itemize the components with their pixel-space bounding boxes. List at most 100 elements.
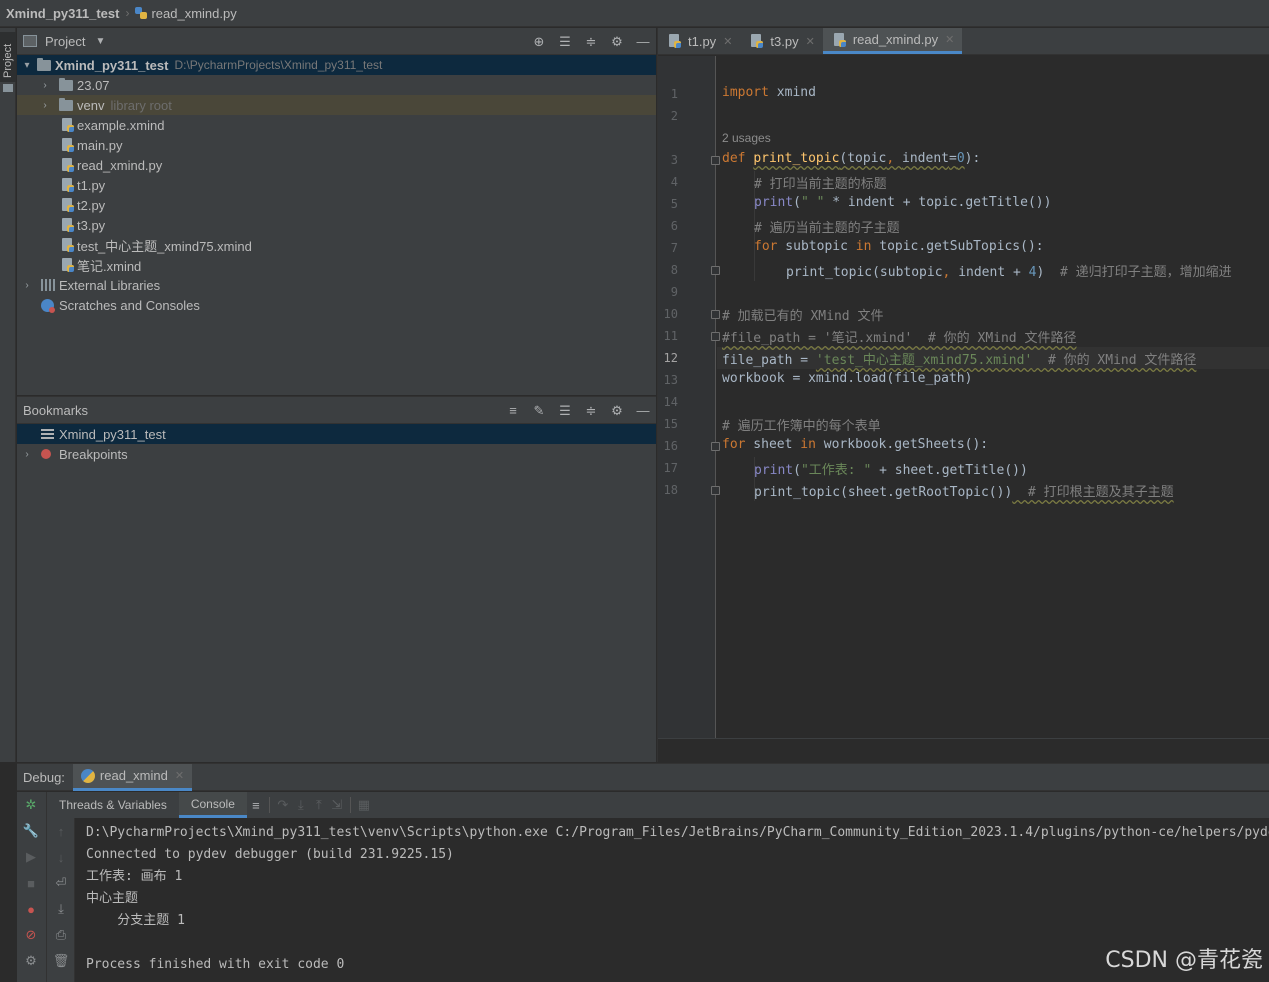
tree-file-row[interactable]: t3.py bbox=[17, 215, 656, 235]
tab-t3-py[interactable]: t3.py ✕ bbox=[740, 28, 822, 54]
scroll-to-end-icon[interactable]: ⤓ bbox=[47, 896, 75, 922]
project-tool-tab[interactable]: Project bbox=[0, 32, 16, 82]
rerun-debug-icon[interactable]: ✲ bbox=[17, 792, 45, 818]
trash-icon[interactable]: 🗑 bbox=[47, 948, 75, 974]
mute-breakpoints-icon[interactable]: ⊘ bbox=[17, 922, 45, 948]
step-over-icon[interactable]: ↷ bbox=[274, 796, 292, 814]
line-number: 9 bbox=[670, 285, 678, 299]
editor-tabs: t1.py ✕ t3.py ✕ read_xmind.py ✕ bbox=[658, 28, 1269, 55]
expand-all-icon[interactable]: ☰ bbox=[556, 33, 574, 51]
usages-hint[interactable]: 2 usages bbox=[722, 131, 771, 145]
code-line-1: import xmind bbox=[722, 85, 816, 100]
tree-file-row[interactable]: 笔记.xmind bbox=[17, 255, 656, 275]
fold-marker-icon[interactable] bbox=[711, 310, 720, 319]
code-area[interactable]: 1 2 3 4 5 6 7 8 9 10 11 12 13 14 15 16 1… bbox=[658, 56, 1269, 738]
bookmark-list-row[interactable]: Xmind_py311_test bbox=[17, 424, 656, 444]
folder-icon bbox=[59, 97, 73, 111]
expand-all-icon[interactable]: ☰ bbox=[556, 402, 574, 420]
code-line-8: print_topic(subtopic, indent + 4) # 递归打印… bbox=[786, 265, 1232, 280]
chevron-down-icon[interactable]: ▼ bbox=[95, 36, 105, 47]
tree-scratches-row[interactable]: Scratches and Consoles bbox=[17, 295, 656, 315]
python-file-icon bbox=[61, 198, 74, 212]
chevron-right-icon[interactable]: › bbox=[21, 449, 33, 460]
gear-icon[interactable]: ⚙ bbox=[608, 33, 626, 51]
close-icon[interactable]: ✕ bbox=[945, 33, 954, 46]
tree-file-row[interactable]: test_中心主题_xmind75.xmind bbox=[17, 235, 656, 255]
library-icon bbox=[41, 279, 55, 291]
tab-read-xmind-py[interactable]: read_xmind.py ✕ bbox=[822, 28, 963, 54]
breakpoints-row[interactable]: › Breakpoints bbox=[17, 444, 656, 464]
library-root-hint: library root bbox=[110, 97, 172, 113]
tab-console[interactable]: Console bbox=[178, 792, 247, 818]
tree-file-row[interactable]: example.xmind bbox=[17, 115, 656, 135]
python-file-icon bbox=[135, 7, 148, 19]
tree-folder-row[interactable]: › 23.07 bbox=[17, 75, 656, 95]
debug-tool-window: Debug: read_xmind ✕ ✲ 🔧 ▶ ■ ● ⊘ ⚙ Thread… bbox=[17, 763, 1269, 982]
folder-icon bbox=[3, 84, 13, 92]
project-view-title[interactable]: Project bbox=[45, 34, 85, 49]
tab-t1-py[interactable]: t1.py ✕ bbox=[658, 28, 740, 54]
code-line-15: # 遍历工作簿中的每个表单 bbox=[722, 419, 881, 434]
stop-icon[interactable]: ■ bbox=[17, 870, 45, 896]
project-view-icon bbox=[23, 35, 37, 47]
tree-file-row[interactable]: t1.py bbox=[17, 175, 656, 195]
tree-root-row[interactable]: ▾ Xmind_py311_test D:\PycharmProjects\Xm… bbox=[17, 55, 656, 75]
run-to-cursor-icon[interactable]: ⇲ bbox=[328, 796, 346, 814]
print-icon[interactable]: ⎙ bbox=[47, 922, 75, 948]
breadcrumb-project[interactable]: Xmind_py311_test bbox=[6, 6, 119, 21]
bookmarks-panel: Bookmarks ≡ ✎ ☰ ≑ ⚙ — Xmind_py311_test ›… bbox=[17, 396, 656, 762]
wrench-icon[interactable]: 🔧 bbox=[17, 818, 45, 844]
tab-threads-variables[interactable]: Threads & Variables bbox=[47, 792, 179, 818]
external-libraries-label: External Libraries bbox=[59, 277, 161, 293]
tree-file-row[interactable]: read_xmind.py bbox=[17, 155, 656, 175]
xmind-file-icon bbox=[61, 238, 74, 252]
fold-marker-icon[interactable] bbox=[711, 156, 720, 165]
step-out-icon[interactable]: ⤒ bbox=[310, 796, 328, 814]
tree-file-row[interactable]: main.py bbox=[17, 135, 656, 155]
close-icon[interactable]: ✕ bbox=[175, 769, 184, 782]
console-tools: ↑ ↓ ⏎ ⤓ ⎙ 🗑 bbox=[47, 818, 75, 982]
settings-icon[interactable]: ⚙ bbox=[17, 948, 45, 974]
chevron-down-icon[interactable]: ▾ bbox=[21, 60, 33, 71]
chevron-right-icon[interactable]: › bbox=[21, 280, 33, 291]
collapse-all-icon[interactable]: ≑ bbox=[582, 402, 600, 420]
evaluate-expression-icon[interactable]: ▦ bbox=[355, 796, 373, 814]
step-into-icon[interactable]: ⤓ bbox=[292, 796, 310, 814]
tree-folder-row[interactable]: › venv library root bbox=[17, 95, 656, 115]
debug-label: Debug: bbox=[23, 769, 65, 785]
fold-marker-icon[interactable] bbox=[711, 266, 720, 275]
console-output[interactable]: D:\PycharmProjects\Xmind_py311_test\venv… bbox=[86, 822, 1269, 982]
file-name: example.xmind bbox=[77, 117, 165, 133]
view-breakpoints-icon[interactable]: ● bbox=[17, 896, 45, 922]
tree-file-row[interactable]: t2.py bbox=[17, 195, 656, 215]
edit-icon[interactable]: ✎ bbox=[530, 402, 548, 420]
hide-icon[interactable]: — bbox=[634, 33, 652, 51]
line-number: 8 bbox=[670, 263, 678, 277]
layout-icon[interactable]: ≡ bbox=[247, 796, 265, 814]
collapse-all-icon[interactable]: ≑ bbox=[582, 33, 600, 51]
python-file-icon bbox=[61, 178, 74, 192]
fold-marker-icon[interactable] bbox=[711, 332, 720, 341]
debug-run-tab[interactable]: read_xmind ✕ bbox=[72, 763, 193, 791]
gear-icon[interactable]: ⚙ bbox=[608, 402, 626, 420]
fold-marker-icon[interactable] bbox=[711, 442, 720, 451]
fold-marker-icon[interactable] bbox=[711, 486, 720, 495]
scroll-up-icon[interactable]: ↑ bbox=[47, 818, 75, 844]
python-file-icon bbox=[833, 32, 846, 47]
soft-wrap-icon[interactable]: ⏎ bbox=[47, 870, 75, 896]
chevron-right-icon[interactable]: › bbox=[39, 80, 51, 91]
close-icon[interactable]: ✕ bbox=[806, 35, 815, 48]
locate-icon[interactable]: ⊕ bbox=[530, 33, 548, 51]
bookmarks-panel-tools: ≡ ✎ ☰ ≑ ⚙ — bbox=[504, 397, 652, 424]
code-line-13: workbook = xmind.load(file_path) bbox=[722, 371, 973, 386]
close-icon[interactable]: ✕ bbox=[723, 35, 732, 48]
tree-external-libraries-row[interactable]: › External Libraries bbox=[17, 275, 656, 295]
scroll-down-icon[interactable]: ↓ bbox=[47, 844, 75, 870]
add-bookmark-list-icon[interactable]: ≡ bbox=[504, 402, 522, 420]
breadcrumb-file[interactable]: read_xmind.py bbox=[151, 6, 236, 21]
chevron-right-icon[interactable]: › bbox=[39, 100, 51, 111]
tab-label: t1.py bbox=[688, 33, 717, 49]
hide-icon[interactable]: — bbox=[634, 402, 652, 420]
line-number: 17 bbox=[663, 461, 678, 475]
resume-icon[interactable]: ▶ bbox=[17, 844, 45, 870]
